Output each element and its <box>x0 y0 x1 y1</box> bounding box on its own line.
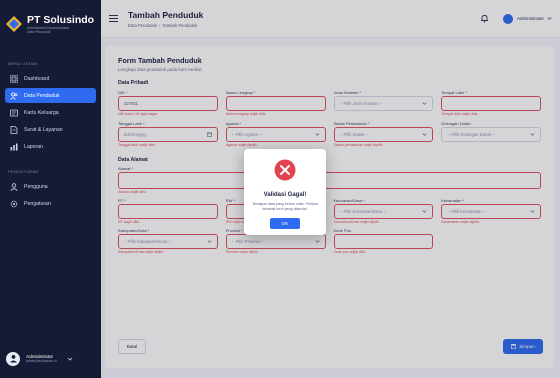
app-window: PT Solusindo Administrasi Kependudukan D… <box>0 0 560 378</box>
sidebar-item-pengaturan[interactable]: Pengaturan <box>5 196 96 211</box>
error-x-icon <box>274 159 296 181</box>
user-email: admin@solusindo.id <box>26 359 57 363</box>
document-icon <box>10 125 18 134</box>
modal-backdrop[interactable] <box>101 0 560 378</box>
users-icon <box>10 91 18 100</box>
sidebar-item-label: Laporan <box>24 143 44 150</box>
nav-section-main: MENU UTAMA <box>8 61 38 66</box>
logo-icon <box>6 16 22 32</box>
gear-icon <box>10 200 18 207</box>
sidebar-item-kartu-keluarga[interactable]: Kartu Keluarga <box>5 105 96 120</box>
validation-error-dialog: Validasi Gagal! Terdapat data yang belum… <box>244 149 326 235</box>
sidebar-item-dashboard[interactable]: Dashboard <box>5 71 96 86</box>
user-icon <box>10 182 18 191</box>
ok-button[interactable]: OK <box>270 218 300 229</box>
user-avatar-icon <box>9 355 17 363</box>
nav-section-settings: PENGATURAN <box>8 169 39 174</box>
brand-subtitle-2: Data Penduduk <box>27 30 51 34</box>
sidebar-item-laporan[interactable]: Laporan <box>5 139 96 154</box>
sidebar-item-pengguna[interactable]: Pengguna <box>5 179 96 194</box>
sidebar-item-label: Pengguna <box>24 183 48 190</box>
sidebar-user[interactable]: Administrator admin@solusindo.id <box>0 339 101 378</box>
sidebar-item-label: Dashboard <box>24 75 50 82</box>
sidebar-item-label: Kartu Keluarga <box>24 109 59 116</box>
brand-name: PT Solusindo <box>27 14 95 26</box>
sidebar-item-label: Surat & Layanan <box>24 126 63 133</box>
brand[interactable]: PT Solusindo Administrasi Kependudukan D… <box>0 0 101 40</box>
sidebar-item-surat-layanan[interactable]: Surat & Layanan <box>5 122 96 137</box>
dialog-message: Terdapat data yang belum valid. Periksa … <box>252 202 318 211</box>
chevron-down-icon <box>67 357 72 361</box>
sidebar: PT Solusindo Administrasi Kependudukan D… <box>0 0 101 378</box>
sidebar-item-label: Data Penduduk <box>24 92 60 99</box>
dialog-title: Validasi Gagal! <box>263 192 307 198</box>
main-content: Tambah Penduduk Data Penduduk › Tambah Pen… <box>101 0 560 378</box>
sidebar-item-label: Pengaturan <box>24 200 51 207</box>
card-icon <box>10 109 18 116</box>
sidebar-item-data-penduduk[interactable]: Data Penduduk <box>5 88 96 103</box>
avatar <box>6 351 20 366</box>
grid-icon <box>10 74 18 83</box>
chart-icon <box>10 143 18 150</box>
